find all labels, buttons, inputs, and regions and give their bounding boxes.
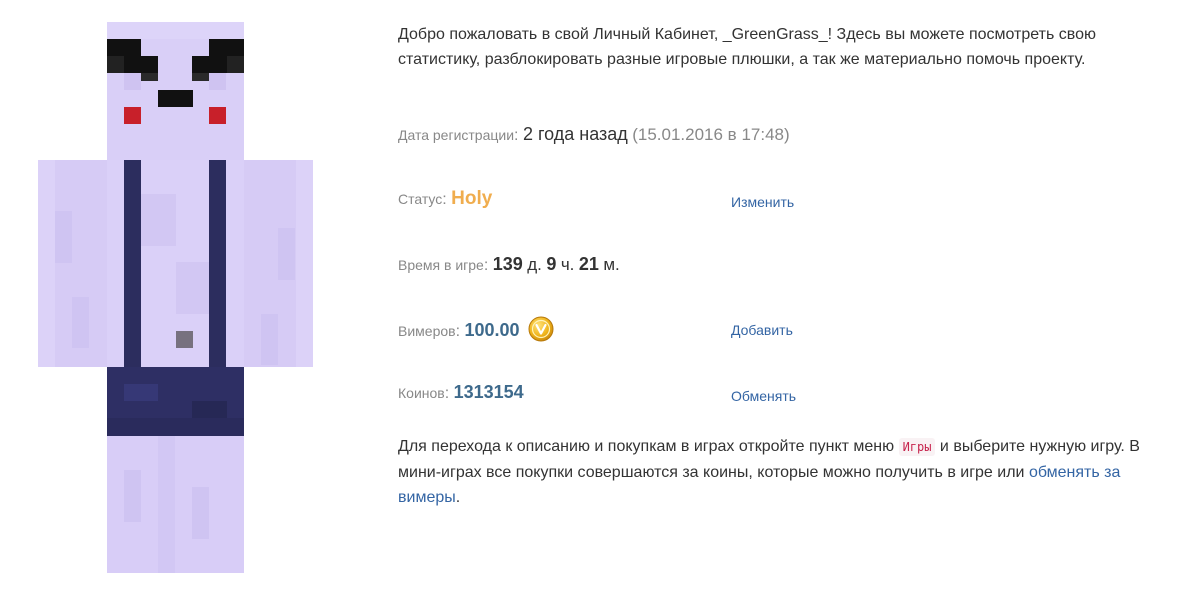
skin-left-strap [124, 160, 141, 367]
playtime-days-unit: д. [527, 255, 542, 274]
username: _GreenGrass_ [722, 26, 828, 43]
games-info-text: Для перехода к описанию и покупкам в игр… [398, 434, 1158, 510]
status-value: Holy [451, 188, 493, 209]
registration-label: Дата регистрации [398, 127, 515, 143]
vimers-balance: 100.00 [464, 320, 520, 340]
coins-colon: : [444, 385, 454, 402]
playtime-hours-unit: ч. [560, 255, 575, 274]
registration-row: Дата регистрации: 2 года назад (15.01.20… [398, 124, 808, 154]
welcome-text: Добро пожаловать в свой Личный Кабинет, … [398, 22, 1150, 72]
skin-right-cheek [209, 107, 226, 124]
skin-right-brow [209, 39, 244, 56]
playtime-minutes-unit: м. [603, 255, 620, 274]
coins-balance: 1313154 [453, 382, 524, 402]
games-info-after: . [455, 489, 461, 506]
skin-image [38, 22, 313, 573]
playtime-hours: 9 [546, 254, 557, 274]
coins-label: Коинов [398, 385, 445, 401]
registration-colon: : [514, 127, 523, 144]
vimers-row: Вимеров: 100.00 Добавить [398, 316, 808, 346]
add-vimers-link[interactable]: Добавить [731, 322, 793, 338]
playtime-row: Время в игре: 139 д. 9 ч. 21 м. [398, 254, 808, 284]
profile-panel: Добро пожаловать в свой Личный Кабинет, … [398, 0, 1158, 589]
status-colon: : [442, 191, 452, 208]
playtime-colon: : [483, 257, 493, 274]
playtime-days: 139 [492, 254, 523, 274]
status-label: Статус [398, 191, 443, 207]
skin-right-strap [209, 160, 226, 367]
skin-mouth [158, 90, 193, 107]
gold-coin-icon [528, 316, 554, 342]
status-row: Статус: Holy Изменить [398, 188, 808, 218]
coins-row: Коинов: 1313154 Обменять [398, 382, 808, 412]
skin-left-brow [107, 39, 141, 56]
player-skin-preview [38, 22, 313, 573]
vimers-label: Вимеров [398, 323, 456, 339]
skin-left-cheek [124, 107, 141, 124]
skin-navel [176, 331, 193, 348]
games-info-before: Для перехода к описанию и покупкам в игр… [398, 438, 899, 455]
registration-since: 2 года назад [522, 124, 628, 144]
playtime-label: Время в игре [398, 257, 484, 273]
playtime-minutes: 21 [578, 254, 599, 274]
change-status-link[interactable]: Изменить [731, 194, 794, 210]
registration-date: (15.01.2016 в 17:48) [632, 125, 790, 144]
welcome-prefix: Добро пожаловать в свой Личный Кабинет, [398, 26, 723, 43]
exchange-coins-link[interactable]: Обменять [731, 388, 796, 404]
games-menu-tag: Игры [898, 438, 936, 456]
